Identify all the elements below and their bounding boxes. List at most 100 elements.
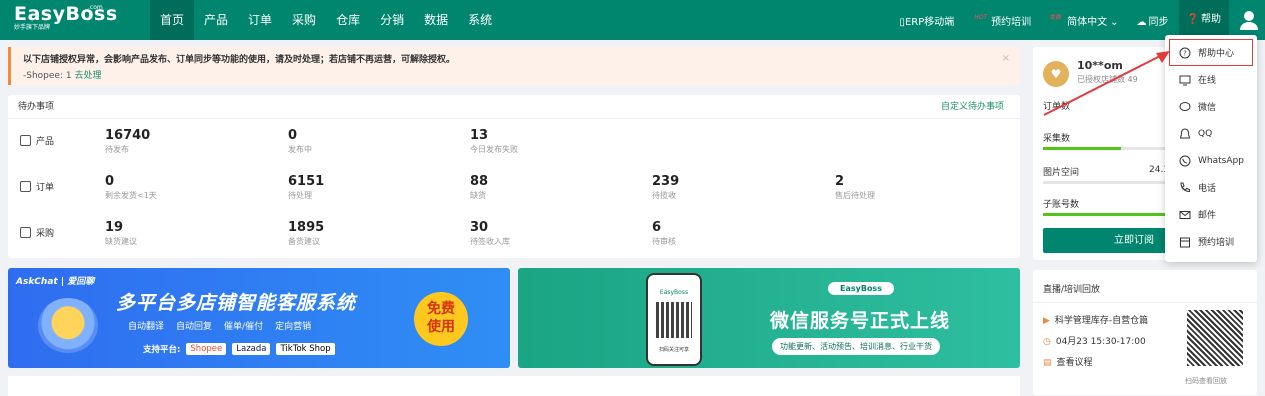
top-navbar: EasyBoss .com 妙手旗下品牌 首页 产品 订单 采购 仓库 分销 数… [0, 0, 1265, 40]
banner-subtitle: 功能更新、活动预告、培训消息、行业干货 [772, 338, 940, 355]
live-title: 直播/培训回放 [1043, 285, 1101, 295]
progress-fill [1043, 147, 1121, 150]
free-badge: 免费 使用 [414, 292, 468, 346]
todo-cell[interactable]: 88 缺货 [470, 174, 488, 201]
free-badge: 免费 [1049, 13, 1062, 21]
hot-badge: HOT [974, 13, 988, 21]
handle-link[interactable]: 去处理 [74, 71, 101, 81]
todo-cell[interactable]: 0 剩余发货<1天 [105, 174, 157, 201]
calendar-icon [1180, 237, 1190, 247]
menu-online[interactable]: 在线 [1165, 66, 1257, 93]
todo-cell[interactable]: 13 今日发布失败 [470, 128, 518, 155]
auth-alert: 以下店铺授权异常，会影响产品发布、订单同步等功能的使用，请及时处理；若店铺不再运… [8, 47, 1020, 85]
sync-button[interactable]: ☁ 同步 [1137, 13, 1169, 28]
doc-icon: ▤ [1043, 358, 1052, 368]
erp-mobile-link[interactable]: ▯ERP移动端 HOT [899, 13, 987, 28]
collect-label: 采集数 [1043, 134, 1071, 144]
todo-cell[interactable]: 1895 备货建议 [288, 220, 324, 247]
subaccount-label: 子账号数 [1043, 200, 1080, 210]
todo-panel: 待办事项 自定义待办事项 产品 16740 待发布 0 发布中 13 今日发布失败 订… [8, 95, 1020, 258]
brand-domain: .com [88, 4, 103, 11]
wechat-banner[interactable]: EasyBoss 扫码关注可享 EasyBoss 微信服务号正式上线 功能更新、… [518, 268, 1020, 368]
bottom-panel [8, 376, 1020, 396]
askchat-brand: AskChat | 爱回聊 [16, 277, 95, 287]
whatsapp-icon [1179, 155, 1191, 166]
nav-home[interactable]: 首页 [150, 0, 195, 40]
nav-system[interactable]: 系统 [458, 0, 502, 40]
user-avatar-icon[interactable] [1237, 8, 1261, 32]
banner-title: 多平台多店铺智能客服系统 [116, 292, 357, 314]
brand-tagline: 妙手旗下品牌 [14, 24, 51, 31]
qr-caption: 扫码查看回放 [1185, 377, 1227, 385]
menu-whatsapp[interactable]: WhatsApp [1165, 147, 1257, 174]
row-label: 采购 [20, 226, 54, 239]
askchat-banner[interactable]: AskChat | 爱回聊 多平台多店铺智能客服系统 自动翻译 自动回复 催单/催付… [8, 268, 510, 368]
order-icon [20, 181, 31, 192]
todo-row-purchase: 采购 19 缺货建议 1895 备货建议 30 待签收入库 6 待审核 [8, 211, 1020, 257]
nav-orders[interactable]: 订单 [238, 0, 282, 40]
menu-qq[interactable]: QQ [1165, 120, 1257, 147]
menu-wechat[interactable]: 微信 [1165, 93, 1257, 120]
todo-cell[interactable]: 30 待签收入库 [470, 220, 510, 247]
headset-illustration [38, 298, 98, 353]
todo-cell[interactable]: 0 发布中 [288, 128, 312, 155]
todo-title: 待办事项 [18, 102, 55, 112]
question-circle-icon: ? [1179, 47, 1191, 58]
row-label: 订单 [20, 180, 54, 193]
todo-header: 待办事项 自定义待办事项 [8, 95, 1020, 119]
brand-logo[interactable]: EasyBoss .com 妙手旗下品牌 [14, 4, 117, 36]
qr-code-icon [1187, 310, 1243, 366]
todo-row-orders: 订单 0 剩余发货<1天 6151 待处理 88 缺货 239 待揽收 2 售后待处理 [8, 165, 1020, 211]
purchase-icon [20, 227, 31, 238]
product-icon [20, 135, 31, 146]
menu-phone[interactable]: 电话 [1165, 174, 1257, 201]
cloud-icon: ☁ [1136, 16, 1147, 28]
monitor-icon [1179, 75, 1191, 85]
todo-cell[interactable]: 19 缺货建议 [105, 220, 137, 247]
agenda-link[interactable]: ▤ 查看议程 [1043, 355, 1093, 368]
nav-warehouse[interactable]: 仓库 [326, 0, 370, 40]
alert-detail: -Shopee: 1 去处理 [23, 71, 102, 81]
qr-code-icon [656, 302, 692, 338]
live-item[interactable]: ▶ 科学管理库存-自营仓篇 [1043, 313, 1148, 326]
platform-list: 支持平台: Shopee Lazada TikTok Shop [143, 343, 335, 355]
annotation-arrow [1043, 51, 1170, 116]
customize-todo-link[interactable]: 自定义待办事项 [941, 95, 1004, 119]
main-nav: 首页 产品 订单 采购 仓库 分销 数据 系统 [150, 0, 502, 40]
menu-help-center[interactable]: ? 帮助中心 [1169, 39, 1253, 66]
divider [1033, 302, 1257, 303]
row-label: 产品 [20, 134, 54, 147]
live-time: ◷ 04月23 15:30-17:00 [1043, 337, 1146, 347]
alert-title: 以下店铺授权异常，会影响产品发布、订单同步等功能的使用，请及时处理；若店铺不再运… [23, 55, 456, 65]
todo-cell[interactable]: 2 售后待处理 [835, 174, 875, 201]
svg-text:?: ? [1183, 49, 1187, 57]
nav-data[interactable]: 数据 [414, 0, 458, 40]
close-icon[interactable]: × [1002, 53, 1010, 64]
nav-purchase[interactable]: 采购 [282, 0, 326, 40]
training-link[interactable]: 预约培训 免费 [991, 13, 1061, 28]
chat-bubble-icon [1179, 101, 1191, 111]
space-label: 图片空间 [1043, 168, 1080, 178]
todo-row-products: 产品 16740 待发布 0 发布中 13 今日发布失败 [8, 119, 1020, 165]
menu-training[interactable]: 预约培训 [1165, 228, 1257, 255]
brand-pill: EasyBoss [828, 282, 894, 295]
language-select[interactable]: 简体中文 ⌄ [1067, 13, 1118, 28]
play-icon: ▶ [1043, 316, 1050, 326]
todo-cell[interactable]: 6 待审核 [652, 220, 676, 247]
help-icon: ❓ [1186, 14, 1199, 25]
mail-icon [1179, 210, 1191, 219]
nav-products[interactable]: 产品 [194, 0, 238, 40]
nav-distribution[interactable]: 分销 [370, 0, 414, 40]
todo-cell[interactable]: 6151 待处理 [288, 174, 324, 201]
help-button[interactable]: ❓ 帮助 [1178, 0, 1229, 40]
menu-email[interactable]: 邮件 [1165, 201, 1257, 228]
banner-title: 微信服务号正式上线 [770, 310, 951, 332]
todo-cell[interactable]: 239 待揽收 [652, 174, 679, 201]
todo-cell[interactable]: 16740 待发布 [105, 128, 150, 155]
qq-icon [1179, 127, 1191, 138]
chevron-down-icon: ⌄ [1110, 16, 1119, 28]
feature-list: 自动翻译 自动回复 催单/催付 定向营销 [128, 322, 312, 332]
live-panel: 直播/培训回放 ▶ 科学管理库存-自营仓篇 ◷ 04月23 15:30-17:00 … [1033, 270, 1257, 395]
help-dropdown: ? 帮助中心 在线 微信 QQ WhatsApp 电话 邮件 预约培训 [1165, 35, 1257, 262]
phone-mockup: EasyBoss 扫码关注可享 [646, 273, 702, 366]
